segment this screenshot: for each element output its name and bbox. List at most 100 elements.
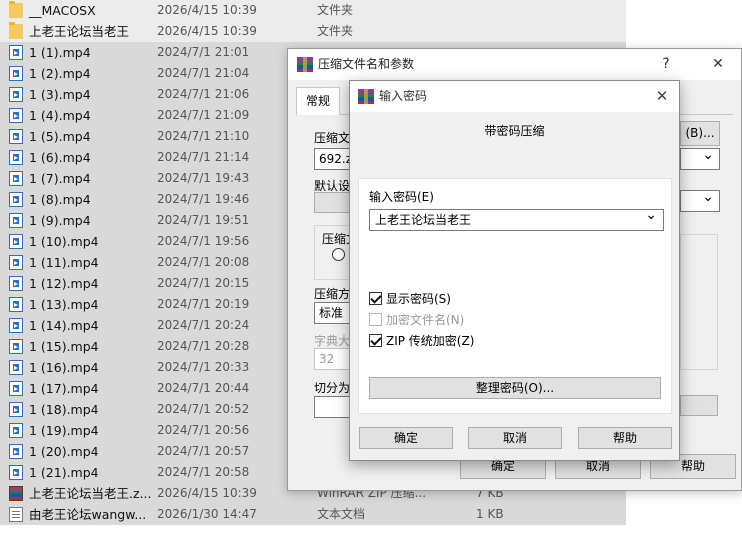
file-name: 1 (1).mp4 [29, 45, 91, 60]
compression-method-dropdown[interactable]: 标准 [314, 302, 354, 324]
folder-icon [9, 22, 23, 39]
file-date: 2024/7/1 21:04 [157, 66, 250, 80]
file-date: 2024/7/1 20:24 [157, 318, 250, 332]
winrar-app-icon [297, 57, 313, 72]
file-name: 1 (6).mp4 [29, 150, 91, 165]
file-date: 2024/7/1 20:57 [157, 444, 250, 458]
tab-general[interactable]: 常规 [296, 87, 341, 115]
profiles-button[interactable] [314, 192, 354, 213]
file-size: 1 KB [476, 507, 504, 521]
video-file-icon [9, 297, 23, 312]
encrypt-filenames-checkbox[interactable] [369, 313, 382, 326]
password-combobox[interactable]: 上老王论坛当老王 ⌄ [369, 207, 664, 231]
file-date: 2026/4/15 10:39 [157, 24, 257, 38]
video-file-icon [9, 318, 23, 333]
file-name: 1 (5).mp4 [29, 129, 91, 144]
password-dialog-title: 输入密码 [379, 89, 428, 103]
zip-legacy-encryption-label[interactable]: ZIP 传统加密(Z) [386, 332, 474, 349]
password-titlebar[interactable]: 输入密码 ✕ [350, 81, 679, 112]
file-date: 2026/4/15 10:39 [157, 3, 257, 17]
dictionary-size-dropdown[interactable]: 32 [314, 348, 354, 370]
video-file-icon [9, 402, 23, 417]
file-date: 2024/7/1 20:28 [157, 339, 250, 353]
set-password-button[interactable] [680, 395, 718, 416]
archive-params-titlebar[interactable]: 压缩文件名和参数 ? ✕ [288, 49, 741, 80]
video-file-icon [9, 66, 23, 81]
file-name: 1 (19).mp4 [29, 423, 99, 438]
folder-icon [9, 1, 23, 18]
file-name: 1 (10).mp4 [29, 234, 99, 249]
format-radio[interactable] [332, 248, 345, 261]
password-label: 输入密码(E) [369, 190, 434, 204]
winrar-app-icon [358, 89, 374, 104]
file-name: 1 (13).mp4 [29, 297, 99, 312]
file-date: 2024/7/1 19:51 [157, 213, 250, 227]
file-name: 1 (4).mp4 [29, 108, 91, 123]
screen: __MACOSX 2026/4/15 10:39 文件夹 上老王论坛当老王 2026/4… [0, 0, 742, 541]
file-row[interactable]: 上老王论坛当老王 2026/4/15 10:39 文件夹 [0, 21, 626, 42]
file-date: 2024/7/1 21:09 [157, 108, 250, 122]
archive-name-dropdown[interactable] [680, 145, 720, 170]
file-date: 2024/7/1 21:14 [157, 150, 250, 164]
chevron-down-icon[interactable]: ⌄ [645, 207, 657, 223]
organize-passwords-button[interactable]: 整理密码(O)... [369, 377, 661, 399]
video-file-icon [9, 360, 23, 375]
video-file-icon [9, 444, 23, 459]
file-date: 2024/7/1 21:10 [157, 129, 250, 143]
video-file-icon [9, 192, 23, 207]
options-group [680, 234, 718, 370]
file-date: 2024/7/1 20:19 [157, 297, 250, 311]
file-row[interactable]: __MACOSX 2026/4/15 10:39 文件夹 [0, 0, 626, 21]
split-volume-label: 切分为 [314, 381, 351, 395]
file-name: 1 (16).mp4 [29, 360, 99, 375]
winrar-archive-icon [9, 486, 23, 501]
encrypt-filenames-label[interactable]: 加密文件名(N) [386, 311, 464, 328]
file-name: 1 (3).mp4 [29, 87, 91, 102]
show-password-checkbox[interactable] [369, 292, 382, 305]
file-name: 1 (8).mp4 [29, 192, 91, 207]
file-name: 1 (21).mp4 [29, 465, 99, 480]
file-date: 2024/7/1 19:43 [157, 171, 250, 185]
video-file-icon [9, 213, 23, 228]
file-date: 2024/7/1 21:06 [157, 87, 250, 101]
archive-name-field[interactable]: 692.zip [314, 148, 363, 170]
file-name: 1 (12).mp4 [29, 276, 99, 291]
file-name: 1 (18).mp4 [29, 402, 99, 417]
file-date: 2024/7/1 20:08 [157, 255, 250, 269]
password-help-button[interactable]: 帮助 [578, 427, 672, 449]
video-file-icon [9, 255, 23, 270]
file-date: 2024/7/1 19:56 [157, 234, 250, 248]
file-name: 1 (11).mp4 [29, 255, 99, 270]
file-name: __MACOSX [29, 3, 96, 18]
file-name: 上老王论坛当老王 [29, 24, 130, 39]
browse-button[interactable]: (B)... [680, 121, 720, 146]
compression-method-label: 压缩方 [314, 287, 351, 301]
close-icon[interactable]: ✕ [701, 49, 735, 80]
file-type: 文件夹 [317, 24, 354, 38]
file-name: 1 (14).mp4 [29, 318, 99, 333]
video-file-icon [9, 108, 23, 123]
split-volume-field[interactable] [314, 396, 354, 418]
password-heading: 带密码压缩 [484, 124, 545, 138]
password-ok-button[interactable]: 确定 [359, 427, 453, 449]
profile-dropdown[interactable] [680, 187, 720, 212]
file-date: 2024/7/1 19:46 [157, 192, 250, 206]
password-cancel-button[interactable]: 取消 [468, 427, 562, 449]
archive-name-label: 压缩文 [314, 131, 351, 145]
show-password-label[interactable]: 显示密码(S) [386, 290, 451, 307]
video-file-icon [9, 45, 23, 60]
file-name: 1 (20).mp4 [29, 444, 99, 459]
zip-legacy-encryption-checkbox[interactable] [369, 334, 382, 347]
video-file-icon [9, 129, 23, 144]
help-icon[interactable]: ? [649, 49, 683, 80]
file-name: 1 (2).mp4 [29, 66, 91, 81]
file-name: 1 (17).mp4 [29, 381, 99, 396]
close-icon[interactable]: ✕ [645, 81, 679, 112]
file-date: 2026/4/15 10:39 [157, 486, 257, 500]
file-row[interactable]: 由老王论坛wangw... 2026/1/30 14:47 文本文档 1 KB [0, 504, 626, 525]
text-document-icon [9, 507, 23, 522]
archive-params-title: 压缩文件名和参数 [318, 57, 415, 71]
file-name: 1 (9).mp4 [29, 213, 91, 228]
password-panel: 输入密码(E) 上老王论坛当老王 ⌄ 显示密码(S) 加密文件名(N) ZIP … [358, 178, 672, 414]
password-value: 上老王论坛当老王 [375, 213, 472, 227]
